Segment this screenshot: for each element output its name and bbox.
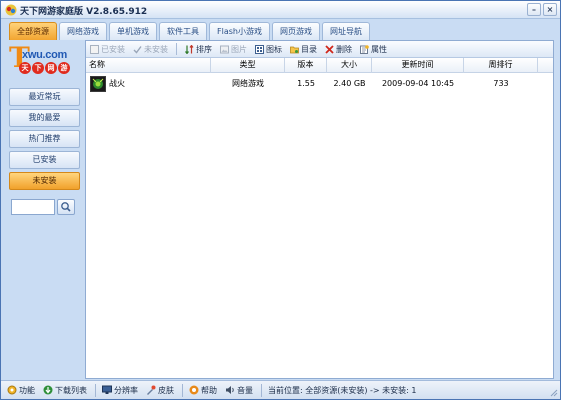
tab-all-resources[interactable]: 全部资源 — [9, 22, 57, 40]
sidebar-item-recent[interactable]: 最近常玩 — [9, 88, 80, 106]
view-icon-button[interactable]: 图标 — [255, 44, 282, 55]
folder-icon — [290, 46, 299, 53]
title-bar[interactable]: 天下网游家庭版 V2.8.65.912 – × — [1, 1, 560, 19]
sidebar-search — [11, 199, 75, 215]
app-logo-icon — [5, 4, 17, 16]
sort-button[interactable]: 排序 — [185, 44, 212, 55]
download-list-button[interactable]: 下载列表 — [43, 385, 87, 396]
resource-panel: 已安装 未安装 排序 图片 图标 目录 删除 属性 名称 类型 版本 大小 更新… — [85, 40, 554, 379]
monitor-icon — [102, 385, 112, 394]
cell-name: 战火 — [109, 79, 125, 88]
delete-button[interactable]: 删除 — [325, 44, 352, 55]
resolution-button[interactable]: 分辨率 — [102, 385, 138, 396]
cell-rank: 733 — [493, 79, 509, 88]
column-type[interactable]: 类型 — [211, 58, 285, 73]
delete-icon — [325, 44, 334, 54]
check-icon — [133, 45, 142, 54]
speaker-icon — [226, 386, 234, 394]
table-row[interactable]: 战火 网络游戏 1.55 2.40 GB 2009-09-04 10:45 73… — [86, 75, 553, 93]
cell-updated: 2009-09-04 10:45 — [381, 79, 455, 88]
icon-view-icon — [255, 44, 264, 54]
resource-toolbar: 已安装 未安装 排序 图片 图标 目录 删除 属性 — [86, 41, 553, 58]
search-icon — [61, 202, 71, 212]
column-updated[interactable]: 更新时间 — [372, 58, 464, 73]
cell-version: 1.55 — [297, 79, 315, 88]
column-rank[interactable]: 周排行 — [464, 58, 538, 73]
help-icon — [189, 385, 199, 395]
directory-button[interactable]: 目录 — [290, 44, 317, 55]
status-divider — [182, 383, 183, 397]
game-icon — [90, 76, 106, 92]
tab-site-navigation[interactable]: 网址导航 — [321, 22, 370, 40]
cell-type: 网络游戏 — [232, 79, 264, 88]
picture-icon — [220, 45, 229, 53]
app-window: 天下网游家庭版 V2.8.65.912 – × 全部资源 网络游戏 单机游戏 软… — [0, 0, 561, 400]
brand-logo: T xwu.com 天 下 网 游 — [9, 43, 81, 77]
properties-icon — [360, 44, 369, 54]
logo-chinese-name: 天 下 网 游 — [19, 62, 70, 74]
view-picture-button[interactable]: 图片 — [220, 44, 247, 55]
tab-single-player[interactable]: 单机游戏 — [109, 22, 157, 40]
tab-software-tools[interactable]: 软件工具 — [159, 22, 207, 40]
window-title: 天下网游家庭版 V2.8.65.912 — [20, 7, 148, 17]
volume-button[interactable]: 音量 — [225, 385, 253, 396]
table-header: 名称 类型 版本 大小 更新时间 周排行 — [86, 58, 553, 73]
minimize-button[interactable]: – — [527, 3, 541, 16]
close-button[interactable]: × — [543, 3, 557, 16]
sidebar-item-installed[interactable]: 已安装 — [9, 151, 80, 169]
tab-web-games[interactable]: 网页游戏 — [271, 22, 320, 40]
function-button[interactable]: 功能 — [7, 385, 35, 396]
filter-not-installed-button[interactable]: 未安装 — [133, 44, 168, 55]
search-button[interactable] — [57, 199, 75, 215]
logo-url: xwu.com — [22, 49, 67, 61]
toolbar-divider — [176, 43, 177, 55]
sidebar-nav: 最近常玩 我的最爱 热门推荐 已安装 未安装 — [9, 88, 80, 193]
column-name[interactable]: 名称 — [86, 58, 211, 73]
category-tabs: 全部资源 网络游戏 单机游戏 软件工具 Flash小游戏 网页游戏 网址导航 — [9, 22, 370, 40]
resize-grip-icon[interactable] — [548, 387, 558, 397]
sort-icon — [185, 44, 194, 54]
download-icon — [43, 385, 53, 395]
sidebar-item-not-installed[interactable]: 未安装 — [9, 172, 80, 190]
current-location: 当前位置: 全部资源(未安装) -> 未安装: 1 — [268, 385, 417, 395]
search-input[interactable] — [11, 199, 55, 215]
skin-icon — [147, 385, 156, 395]
column-version[interactable]: 版本 — [285, 58, 327, 73]
cell-size: 2.40 GB — [333, 79, 366, 88]
properties-button[interactable]: 属性 — [360, 44, 387, 55]
tab-flash-games[interactable]: Flash小游戏 — [209, 22, 270, 40]
sidebar-item-hot[interactable]: 热门推荐 — [9, 130, 80, 148]
skin-button[interactable]: 皮肤 — [146, 385, 174, 396]
tab-online-games[interactable]: 网络游戏 — [59, 22, 107, 40]
status-divider — [95, 383, 96, 397]
status-divider — [261, 383, 262, 397]
checkbox-icon — [90, 44, 99, 54]
filter-installed-button[interactable]: 已安装 — [90, 44, 125, 55]
status-bar: 功能 下载列表 分辨率 皮肤 帮助 音量 当前位置: 全部资源(未安装) -> … — [1, 380, 560, 399]
function-icon — [7, 385, 17, 395]
help-button[interactable]: 帮助 — [189, 385, 217, 396]
sidebar-item-favorites[interactable]: 我的最爱 — [9, 109, 80, 127]
column-size[interactable]: 大小 — [327, 58, 372, 73]
